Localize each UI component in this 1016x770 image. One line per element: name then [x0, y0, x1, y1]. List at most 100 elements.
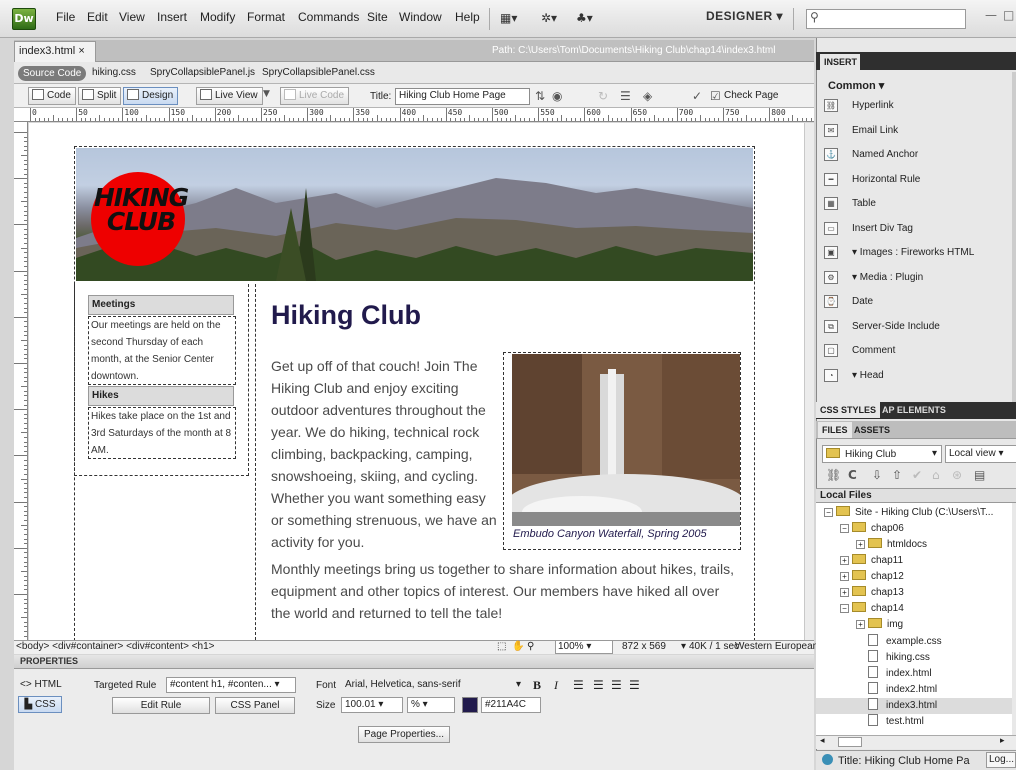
insert-item-2[interactable]: ⚓ Named Anchor: [822, 144, 1012, 168]
related-file-hiking-css[interactable]: hiking.css: [92, 67, 136, 78]
insert-item-5[interactable]: ▭ Insert Div Tag: [822, 218, 1012, 242]
maximize-icon[interactable]: □: [1003, 8, 1014, 22]
browser-preview-icon[interactable]: ◉: [552, 89, 562, 103]
collapse-icon[interactable]: −: [824, 508, 833, 517]
insert-item-8[interactable]: ⌚ Date: [822, 291, 1012, 315]
validate-icon[interactable]: ✓: [692, 89, 702, 103]
related-file-spry-css[interactable]: SpryCollapsiblePanel.css: [262, 67, 375, 78]
align-justify-icon[interactable]: ☰: [629, 678, 640, 692]
tab-insert[interactable]: INSERT: [820, 54, 860, 70]
tree-folder[interactable]: − chap14: [816, 602, 1012, 618]
title-field[interactable]: Hiking Club Home Page: [395, 88, 530, 105]
split-view-button[interactable]: Split: [78, 87, 122, 105]
layout-icon[interactable]: ▦▾: [500, 11, 517, 25]
tab-files[interactable]: FILES: [818, 422, 852, 438]
scroll-left-icon[interactable]: ◂: [820, 736, 825, 746]
menu-format[interactable]: Format: [247, 10, 285, 24]
close-icon[interactable]: ×: [78, 45, 84, 57]
design-view-button[interactable]: Design: [123, 87, 179, 105]
local-files-header[interactable]: Local Files: [816, 488, 1016, 503]
insert-item-1[interactable]: ✉ Email Link: [822, 120, 1012, 144]
tree-folder[interactable]: + chap11: [816, 554, 1012, 570]
expand-icon[interactable]: +: [856, 620, 865, 629]
get-files-icon[interactable]: ⇩: [872, 468, 882, 482]
color-field[interactable]: #211A4C: [481, 697, 541, 713]
vertical-scrollbar[interactable]: [804, 123, 814, 640]
workspace-switcher[interactable]: DESIGNER ▾: [706, 9, 783, 23]
window-size-dropdown-icon[interactable]: ▾: [681, 641, 686, 652]
live-code-button[interactable]: Live Code: [280, 87, 350, 105]
collapse-icon[interactable]: −: [840, 604, 849, 613]
check-page-button[interactable]: Check Page: [724, 90, 778, 101]
put-files-icon[interactable]: ⇧: [892, 468, 902, 482]
view-select[interactable]: Local view ▾: [945, 445, 1016, 463]
site-icon[interactable]: ♣▾: [576, 11, 593, 25]
window-size[interactable]: 872 x 569: [622, 641, 666, 652]
page-properties-button[interactable]: Page Properties...: [358, 726, 450, 743]
tree-file[interactable]: test.html: [816, 714, 1012, 730]
insert-item-3[interactable]: ━ Horizontal Rule: [822, 169, 1012, 193]
check-page-icon[interactable]: ☑: [710, 89, 721, 103]
menu-edit[interactable]: Edit: [87, 10, 108, 24]
files-horizontal-scrollbar[interactable]: ◂ ▸: [816, 735, 1016, 749]
italic-button[interactable]: I: [554, 678, 558, 693]
align-center-icon[interactable]: ☰: [593, 678, 604, 692]
refresh-icon[interactable]: C: [848, 468, 857, 482]
insert-item-4[interactable]: ▦ Table: [822, 193, 1012, 217]
tree-file[interactable]: hiking.css: [816, 650, 1012, 666]
zoom-select[interactable]: 100% ▾: [555, 640, 613, 654]
expand-icon[interactable]: +: [840, 588, 849, 597]
zoom-tool-icon[interactable]: ⚲: [527, 641, 534, 652]
expand-icon[interactable]: +: [856, 540, 865, 549]
tab-index3[interactable]: index3.html ×: [14, 41, 96, 62]
insert-item-0[interactable]: ⛓ Hyperlink: [822, 95, 1012, 119]
tree-folder[interactable]: + chap12: [816, 570, 1012, 586]
view-options-icon[interactable]: ☰: [620, 89, 631, 103]
tree-file[interactable]: index2.html: [816, 682, 1012, 698]
hand-tool-icon[interactable]: ✋: [512, 641, 524, 652]
log-button[interactable]: Log...: [986, 752, 1016, 768]
tree-file[interactable]: index3.html: [816, 698, 1012, 714]
menu-window[interactable]: Window: [399, 10, 442, 24]
sync-icon[interactable]: ⊛: [952, 468, 962, 482]
color-swatch[interactable]: [462, 697, 478, 713]
insert-item-10[interactable]: ▢ Comment: [822, 340, 1012, 364]
properties-header[interactable]: PROPERTIES: [14, 655, 814, 669]
tree-file[interactable]: example.css: [816, 634, 1012, 650]
align-left-icon[interactable]: ☰: [573, 678, 584, 692]
tag-selector[interactable]: <body> <div#container> <div#content> <h1…: [16, 641, 215, 652]
tree-folder[interactable]: − chap06: [816, 522, 1012, 538]
collapse-icon[interactable]: −: [840, 524, 849, 533]
tree-file[interactable]: index.html: [816, 666, 1012, 682]
css-panel-button[interactable]: CSS Panel: [215, 697, 295, 714]
tab-ap-elements[interactable]: AP ELEMENTS: [878, 402, 950, 418]
menu-help[interactable]: Help: [455, 10, 480, 24]
check-in-icon[interactable]: ⌂: [932, 468, 940, 482]
tree-folder[interactable]: − Site - Hiking Club (C:\Users\T...: [816, 506, 1012, 522]
menu-insert[interactable]: Insert: [157, 10, 187, 24]
insert-item-7[interactable]: ⚙ ▾ Media : Plugin: [822, 267, 1012, 291]
tree-folder[interactable]: + chap13: [816, 586, 1012, 602]
align-right-icon[interactable]: ☰: [611, 678, 622, 692]
bold-button[interactable]: B: [533, 678, 541, 693]
font-select[interactable]: Arial, Helvetica, sans-serif ▾: [341, 677, 525, 693]
sidebar-heading-hikes[interactable]: Hikes: [88, 386, 234, 406]
code-view-button[interactable]: Code: [28, 87, 76, 105]
live-view-button[interactable]: Live View: [196, 87, 263, 105]
menu-file[interactable]: File: [56, 10, 75, 24]
search-input[interactable]: [806, 9, 966, 29]
related-file-spry-js[interactable]: SpryCollapsiblePanel.js: [150, 67, 255, 78]
expand-icon[interactable]: ▤: [974, 468, 985, 482]
insert-item-11[interactable]: ◔ ▾ Head: [822, 365, 1012, 389]
html-mode-button[interactable]: <> HTML: [20, 679, 62, 690]
insert-item-9[interactable]: ⧉ Server-Side Include: [822, 316, 1012, 340]
menu-site[interactable]: Site: [367, 10, 388, 24]
sidebar-heading-meetings[interactable]: Meetings: [88, 295, 234, 315]
visual-aids-icon[interactable]: ◈: [643, 89, 652, 103]
tab-assets[interactable]: ASSETS: [850, 422, 894, 438]
source-code-button[interactable]: Source Code: [18, 66, 87, 81]
refresh-icon[interactable]: ↻: [598, 89, 608, 103]
extend-icon[interactable]: ✲▾: [541, 11, 557, 25]
insert-scrollbar[interactable]: [1012, 72, 1016, 402]
tree-folder[interactable]: + htmldocs: [816, 538, 1012, 554]
